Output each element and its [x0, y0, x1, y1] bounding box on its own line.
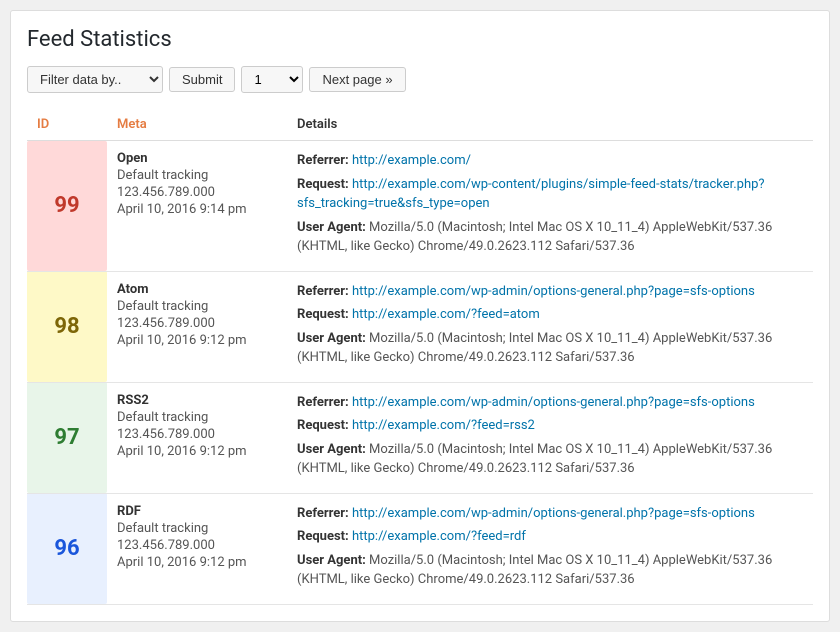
request-label: Request: [297, 529, 349, 544]
main-container: Feed Statistics Filter data by.. Submit … [10, 10, 830, 622]
filter-select[interactable]: Filter data by.. [27, 66, 163, 93]
meta-type: Open [117, 151, 277, 166]
useragent-text: Mozilla/5.0 (Macintosh; Intel Mac OS X 1… [297, 553, 772, 588]
request-link[interactable]: http://example.com/?feed=atom [352, 307, 540, 322]
table-row: 99 Open Default tracking 123.456.789.000… [27, 141, 813, 272]
details-cell: Referrer: http://example.com/wp-admin/op… [287, 382, 813, 493]
referrer-label: Referrer: [297, 506, 349, 521]
meta-ip: 123.456.789.000 [117, 427, 277, 442]
table-header-row: ID Meta Details [27, 109, 813, 141]
meta-type: RSS2 [117, 393, 277, 408]
request-line: Request: http://example.com/?feed=rss2 [297, 416, 803, 436]
details-cell: Referrer: http://example.com/ Request: h… [287, 141, 813, 272]
meta-date: April 10, 2016 9:12 pm [117, 555, 277, 570]
toolbar: Filter data by.. Submit 1 Next page » [27, 66, 813, 93]
referrer-label: Referrer: [297, 153, 349, 168]
meta-tracking: Default tracking [117, 299, 277, 314]
meta-date: April 10, 2016 9:12 pm [117, 444, 277, 459]
request-label: Request: [297, 177, 349, 192]
request-label: Request: [297, 418, 349, 433]
referrer-line: Referrer: http://example.com/ [297, 151, 803, 171]
meta-date: April 10, 2016 9:12 pm [117, 333, 277, 348]
meta-cell: Atom Default tracking 123.456.789.000 Ap… [107, 271, 287, 382]
meta-tracking: Default tracking [117, 410, 277, 425]
useragent-text: Mozilla/5.0 (Macintosh; Intel Mac OS X 1… [297, 331, 772, 366]
referrer-link[interactable]: http://example.com/ [352, 153, 471, 168]
id-cell: 98 [27, 271, 107, 382]
meta-ip: 123.456.789.000 [117, 185, 277, 200]
request-line: Request: http://example.com/?feed=rdf [297, 527, 803, 547]
col-id: ID [27, 109, 107, 141]
table-row: 98 Atom Default tracking 123.456.789.000… [27, 271, 813, 382]
meta-type: Atom [117, 282, 277, 297]
id-cell: 96 [27, 493, 107, 604]
referrer-line: Referrer: http://example.com/wp-admin/op… [297, 504, 803, 524]
details-cell: Referrer: http://example.com/wp-admin/op… [287, 271, 813, 382]
meta-cell: Open Default tracking 123.456.789.000 Ap… [107, 141, 287, 272]
col-details: Details [287, 109, 813, 141]
referrer-label: Referrer: [297, 395, 349, 410]
meta-ip: 123.456.789.000 [117, 316, 277, 331]
next-page-button[interactable]: Next page » [309, 67, 405, 92]
request-line: Request: http://example.com/wp-content/p… [297, 175, 803, 214]
id-cell: 99 [27, 141, 107, 272]
table-row: 96 RDF Default tracking 123.456.789.000 … [27, 493, 813, 604]
request-label: Request: [297, 307, 349, 322]
request-link[interactable]: http://example.com/?feed=rss2 [352, 418, 535, 433]
useragent-line: User Agent: Mozilla/5.0 (Macintosh; Inte… [297, 329, 803, 368]
meta-tracking: Default tracking [117, 521, 277, 536]
useragent-line: User Agent: Mozilla/5.0 (Macintosh; Inte… [297, 440, 803, 479]
useragent-label: User Agent: [297, 220, 366, 235]
request-link[interactable]: http://example.com/wp-content/plugins/si… [297, 177, 765, 212]
useragent-text: Mozilla/5.0 (Macintosh; Intel Mac OS X 1… [297, 442, 772, 477]
referrer-link[interactable]: http://example.com/wp-admin/options-gene… [352, 395, 755, 410]
meta-tracking: Default tracking [117, 168, 277, 183]
useragent-label: User Agent: [297, 442, 366, 457]
table-row: 97 RSS2 Default tracking 123.456.789.000… [27, 382, 813, 493]
referrer-label: Referrer: [297, 284, 349, 299]
referrer-link[interactable]: http://example.com/wp-admin/options-gene… [352, 506, 755, 521]
request-link[interactable]: http://example.com/?feed=rdf [352, 529, 526, 544]
page-select[interactable]: 1 [241, 66, 303, 93]
meta-cell: RDF Default tracking 123.456.789.000 Apr… [107, 493, 287, 604]
useragent-text: Mozilla/5.0 (Macintosh; Intel Mac OS X 1… [297, 220, 772, 255]
submit-button[interactable]: Submit [169, 67, 235, 92]
id-cell: 97 [27, 382, 107, 493]
useragent-line: User Agent: Mozilla/5.0 (Macintosh; Inte… [297, 218, 803, 257]
meta-date: April 10, 2016 9:14 pm [117, 202, 277, 217]
data-table: ID Meta Details 99 Open Default tracking… [27, 109, 813, 605]
referrer-line: Referrer: http://example.com/wp-admin/op… [297, 282, 803, 302]
referrer-link[interactable]: http://example.com/wp-admin/options-gene… [352, 284, 755, 299]
col-meta: Meta [107, 109, 287, 141]
useragent-label: User Agent: [297, 553, 366, 568]
request-line: Request: http://example.com/?feed=atom [297, 305, 803, 325]
meta-type: RDF [117, 504, 277, 519]
referrer-line: Referrer: http://example.com/wp-admin/op… [297, 393, 803, 413]
details-cell: Referrer: http://example.com/wp-admin/op… [287, 493, 813, 604]
meta-cell: RSS2 Default tracking 123.456.789.000 Ap… [107, 382, 287, 493]
page-title: Feed Statistics [27, 27, 813, 52]
meta-ip: 123.456.789.000 [117, 538, 277, 553]
useragent-line: User Agent: Mozilla/5.0 (Macintosh; Inte… [297, 551, 803, 590]
useragent-label: User Agent: [297, 331, 366, 346]
